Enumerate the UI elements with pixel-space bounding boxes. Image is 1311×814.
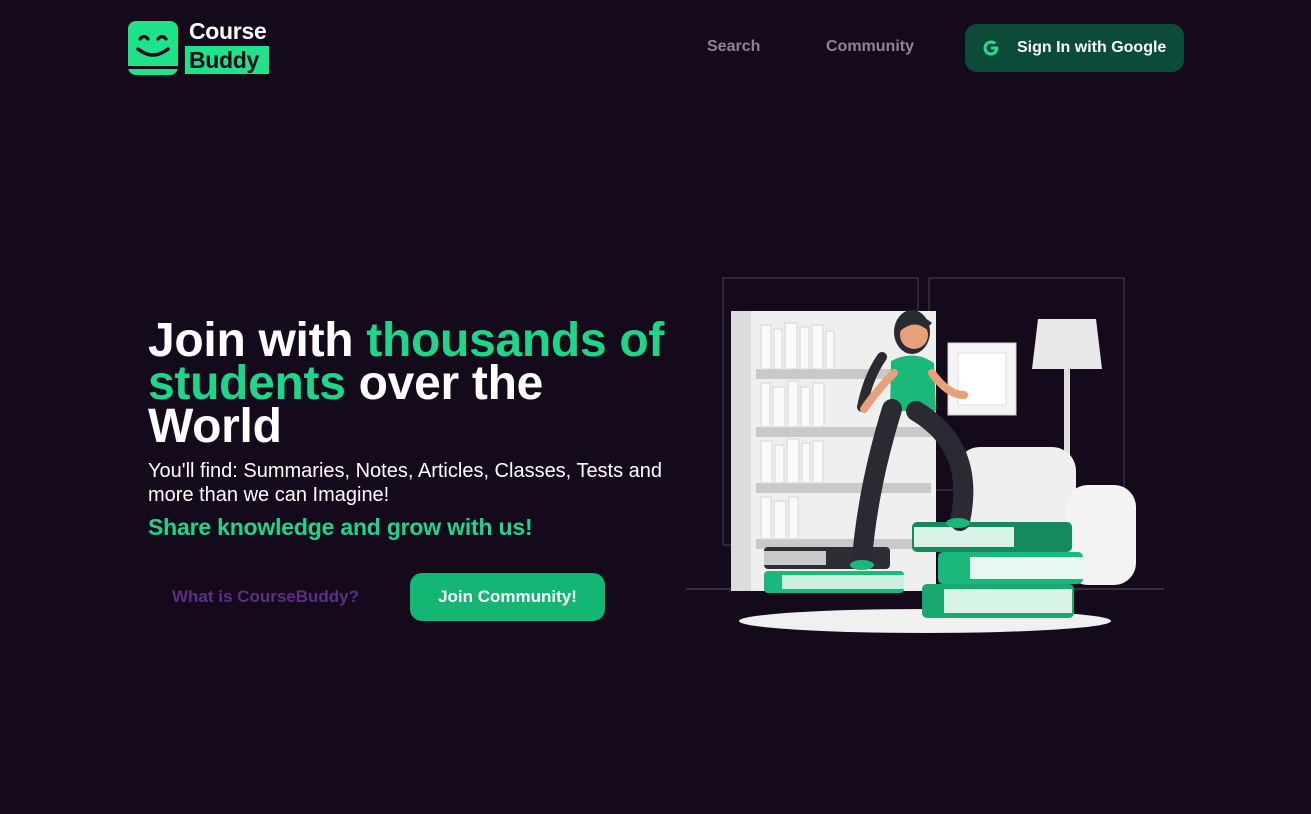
- join-community-button[interactable]: Join Community!: [410, 573, 605, 621]
- what-is-coursebuddy-button[interactable]: What is CourseBuddy?: [172, 587, 359, 607]
- nav-community-link[interactable]: Community: [826, 38, 914, 56]
- nav-search-link[interactable]: Search: [707, 38, 760, 56]
- hero-subtitle: You'll find: Summaries, Notes, Articles,…: [148, 460, 663, 506]
- google-icon: [983, 40, 999, 56]
- hero-tagline: Share knowledge and grow with us!: [148, 514, 533, 540]
- student-climbing-books-illustration: [686, 277, 1164, 633]
- sign-in-google-label: Sign In with Google: [1017, 39, 1167, 56]
- smiley-logo-icon: [128, 21, 178, 75]
- logo-text-course: Course: [189, 18, 267, 44]
- hero-title: Join with thousands of students over the…: [148, 317, 678, 451]
- sign-in-google-button[interactable]: Sign In with Google: [965, 24, 1184, 72]
- logo[interactable]: Course Buddy: [128, 18, 270, 75]
- logo-text-buddy: Buddy: [185, 46, 270, 74]
